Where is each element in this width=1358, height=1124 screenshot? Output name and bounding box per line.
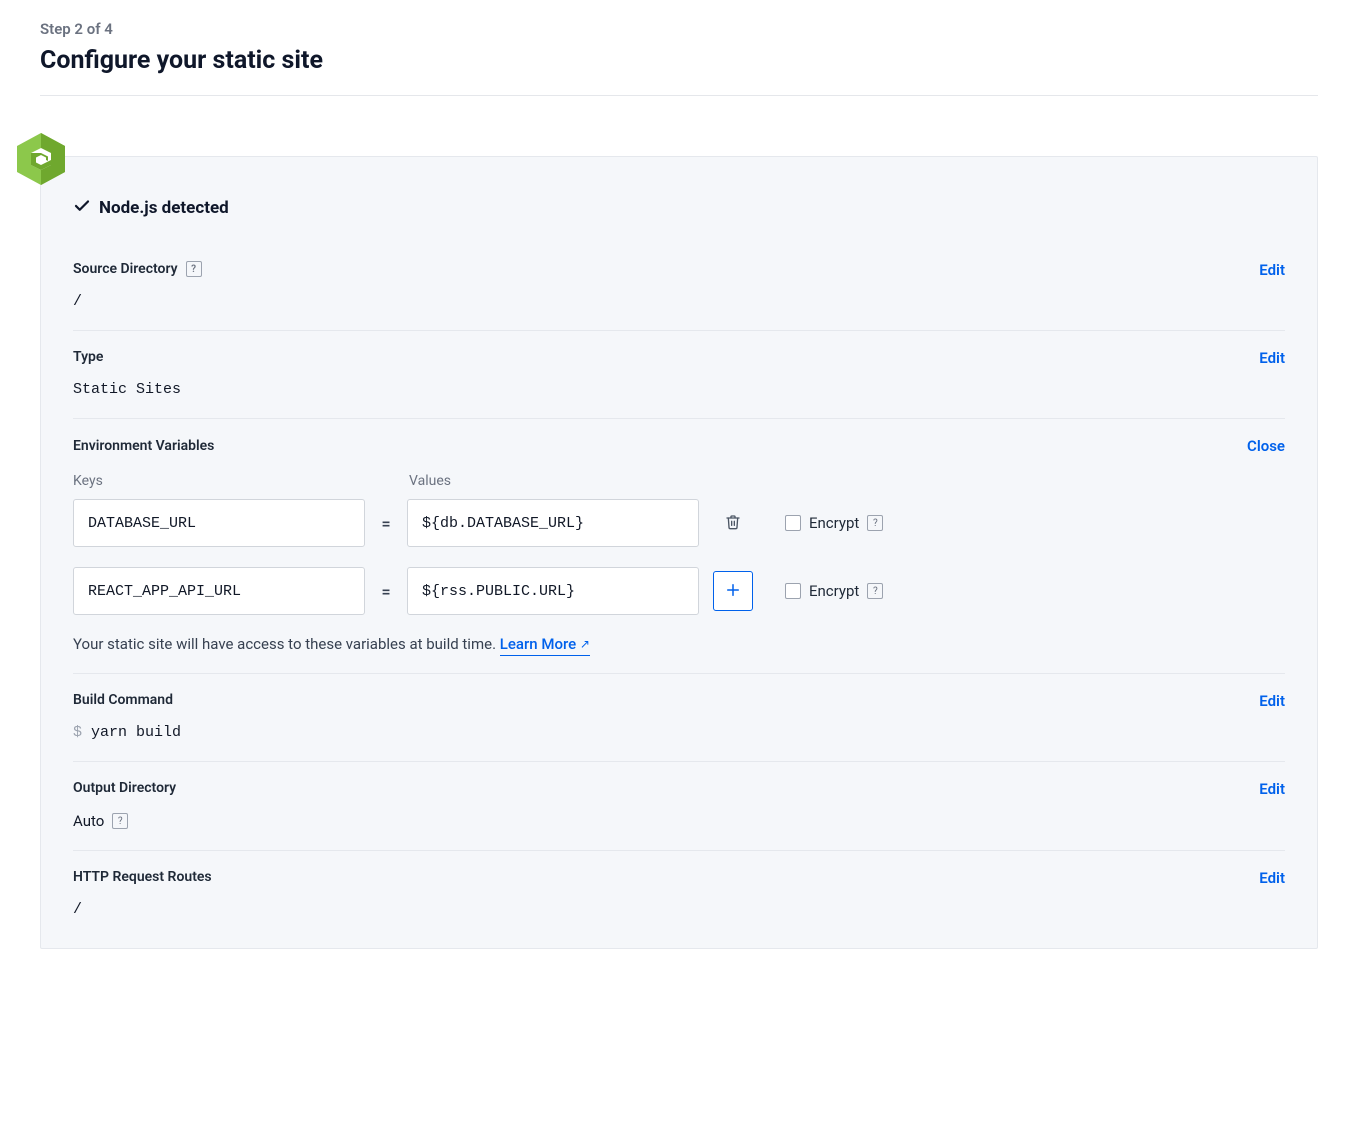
edit-source-directory-button[interactable]: Edit: [1259, 261, 1285, 279]
help-icon[interactable]: ?: [867, 583, 883, 599]
type-value: Static Sites: [73, 381, 1285, 398]
env-section: Environment Variables Close Keys Values …: [73, 419, 1285, 674]
edit-build-command-button[interactable]: Edit: [1259, 692, 1285, 710]
type-section: Type Edit Static Sites: [73, 331, 1285, 419]
nodejs-icon: [13, 131, 69, 187]
step-indicator: Step 2 of 4: [40, 20, 1318, 38]
output-directory-section: Output Directory Edit Auto ?: [73, 762, 1285, 851]
env-value-input[interactable]: [407, 567, 699, 615]
output-directory-label: Output Directory: [73, 780, 176, 796]
close-env-button[interactable]: Close: [1247, 437, 1285, 455]
learn-more-link[interactable]: Learn More ↗: [500, 635, 590, 656]
routes-value: /: [73, 901, 1285, 918]
edit-type-button[interactable]: Edit: [1259, 349, 1285, 367]
detected-row: Node.js detected: [73, 197, 1285, 219]
env-label: Environment Variables: [73, 438, 214, 454]
title-divider: [40, 95, 1318, 96]
env-note: Your static site will have access to the…: [73, 635, 1285, 653]
help-icon[interactable]: ?: [186, 261, 202, 277]
build-command-section: Build Command Edit $ yarn build: [73, 674, 1285, 762]
env-column-headers: Keys Values: [73, 473, 1285, 489]
routes-section: HTTP Request Routes Edit /: [73, 851, 1285, 918]
encrypt-group: Encrypt ?: [785, 514, 883, 532]
encrypt-checkbox[interactable]: [785, 583, 801, 599]
help-icon[interactable]: ?: [867, 515, 883, 531]
encrypt-checkbox[interactable]: [785, 515, 801, 531]
detected-label: Node.js detected: [99, 198, 229, 218]
source-directory-label: Source Directory ?: [73, 261, 202, 277]
config-card: Node.js detected Source Directory ? Edit…: [40, 156, 1318, 949]
env-keys-header: Keys: [73, 473, 365, 489]
prompt-symbol: $: [73, 724, 91, 741]
encrypt-group: Encrypt ?: [785, 582, 883, 600]
build-command-value: $ yarn build: [73, 724, 1285, 741]
learn-more-text: Learn More: [500, 635, 576, 653]
env-key-input[interactable]: [73, 499, 365, 547]
type-label: Type: [73, 349, 103, 365]
plus-icon: [724, 581, 742, 602]
encrypt-label: Encrypt: [809, 514, 859, 532]
edit-output-directory-button[interactable]: Edit: [1259, 780, 1285, 798]
routes-label: HTTP Request Routes: [73, 869, 212, 885]
source-directory-value: /: [73, 293, 1285, 310]
output-directory-value: Auto ?: [73, 812, 1285, 830]
delete-env-button[interactable]: [713, 503, 753, 543]
env-values-header: Values: [409, 473, 701, 489]
output-directory-text: Auto: [73, 812, 104, 830]
env-key-input[interactable]: [73, 567, 365, 615]
source-directory-label-text: Source Directory: [73, 261, 178, 277]
build-command-text: yarn build: [91, 724, 181, 741]
env-note-text: Your static site will have access to the…: [73, 635, 500, 653]
equals-sign: =: [379, 514, 393, 533]
page-title: Configure your static site: [40, 46, 1318, 75]
equals-sign: =: [379, 582, 393, 601]
edit-routes-button[interactable]: Edit: [1259, 869, 1285, 887]
help-icon[interactable]: ?: [112, 813, 128, 829]
add-env-button[interactable]: [713, 571, 753, 611]
trash-icon: [725, 514, 741, 533]
env-row: = Encrypt ?: [73, 567, 1285, 615]
external-link-icon: ↗: [580, 637, 590, 651]
encrypt-label: Encrypt: [809, 582, 859, 600]
env-row: = Encrypt ?: [73, 499, 1285, 547]
build-command-label: Build Command: [73, 692, 173, 708]
source-directory-section: Source Directory ? Edit /: [73, 243, 1285, 331]
env-value-input[interactable]: [407, 499, 699, 547]
check-icon: [73, 197, 91, 219]
